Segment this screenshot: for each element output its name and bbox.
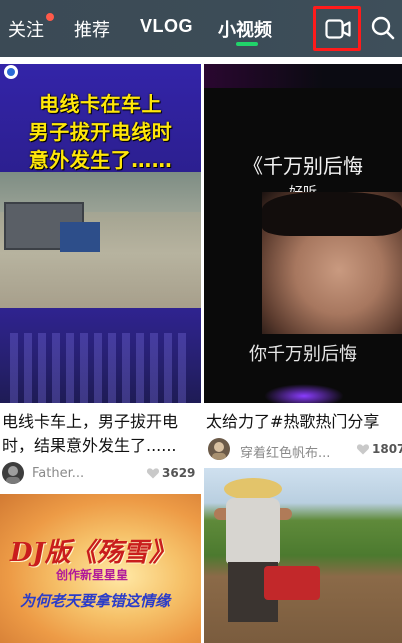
video-thumbnail[interactable]: DJ版《殇雪》 创作新星星皇 为何老天要拿错这情缘 (0, 494, 201, 643)
video-card[interactable]: 电线卡在车上 男子拔开电线时 意外发生了…… 电线卡车上，男子拔开电 时，结果意… (0, 64, 201, 489)
author-name[interactable]: Father... (32, 466, 84, 481)
thumbnail-headline-line: 意外发生了…… (28, 148, 173, 172)
thumbnail-subtitle: 创作新星星皇 (56, 568, 129, 582)
tab-short-video[interactable]: 小视频 (218, 16, 272, 42)
thumbnail-headline-line: 男子拔开电线时 (28, 120, 173, 144)
thumbnail-footer (0, 308, 201, 403)
video-meta-row: Father... 3629 (0, 462, 201, 488)
like-icon[interactable] (146, 466, 160, 480)
video-caption-line[interactable]: 时，结果意外发生了...... (0, 434, 201, 457)
thumbnail-lyric: 为何老天要拿错这情缘 (20, 592, 171, 610)
truck-cab-shape (60, 222, 100, 252)
camera-icon (325, 19, 351, 39)
active-tab-indicator (236, 42, 258, 46)
thumbnail-lyric: 你千万别后悔 (249, 344, 357, 365)
thumbnail-title: DJ版《殇雪》 (10, 538, 175, 568)
city-graphic (10, 333, 190, 403)
video-feed: 电线卡在车上 男子拔开电线时 意外发生了…… 电线卡车上，男子拔开电 时，结果意… (0, 57, 402, 643)
author-name[interactable]: 穿着红色帆布... (240, 442, 330, 461)
video-thumbnail[interactable]: 《千万别后悔 好听 你千万别后悔 (204, 64, 402, 403)
video-thumbnail[interactable] (204, 468, 402, 643)
search-icon[interactable] (370, 15, 396, 41)
video-card[interactable]: DJ版《殇雪》 创作新星星皇 为何老天要拿错这情缘 (0, 494, 201, 643)
thumbnail-headline-line: 电线卡在车上 (39, 92, 162, 116)
video-meta-row: 穿着红色帆布... 1807 (204, 438, 402, 464)
video-thumbnail[interactable]: 电线卡在车上 男子拔开电线时 意外发生了…… (0, 64, 201, 403)
video-card[interactable] (204, 468, 402, 643)
video-card[interactable]: 《千万别后悔 好听 你千万别后悔 太给力了#热歌热门分享 穿着红色帆布... 1… (204, 64, 402, 489)
notification-dot (46, 13, 54, 21)
video-caption-line[interactable]: 电线卡车上，男子拔开电 (0, 410, 201, 433)
tiller-machine-shape (264, 566, 320, 600)
tab-recommend[interactable]: 推荐 (74, 16, 110, 42)
like-count: 1807 (372, 442, 402, 456)
camera-button[interactable] (313, 6, 361, 51)
top-tab-bar: 关注 推荐 VLOG 小视频 (0, 0, 402, 57)
farmer-shape (226, 498, 280, 564)
author-avatar[interactable] (2, 462, 24, 484)
thumbnail-header: 电线卡在车上 男子拔开电线时 意外发生了…… (0, 64, 201, 172)
straw-hat-shape (224, 478, 282, 500)
tab-vlog[interactable]: VLOG (140, 16, 193, 37)
author-avatar[interactable] (208, 438, 230, 460)
channel-logo (3, 64, 89, 82)
like-count: 3629 (162, 466, 196, 480)
like-icon[interactable] (356, 442, 370, 456)
video-caption-line[interactable]: 太给力了#热歌热门分享 (204, 410, 402, 433)
video-still (0, 172, 201, 308)
thumbnail-title: 《千万别后悔 (243, 154, 363, 178)
tab-follow[interactable]: 关注 (8, 16, 44, 42)
